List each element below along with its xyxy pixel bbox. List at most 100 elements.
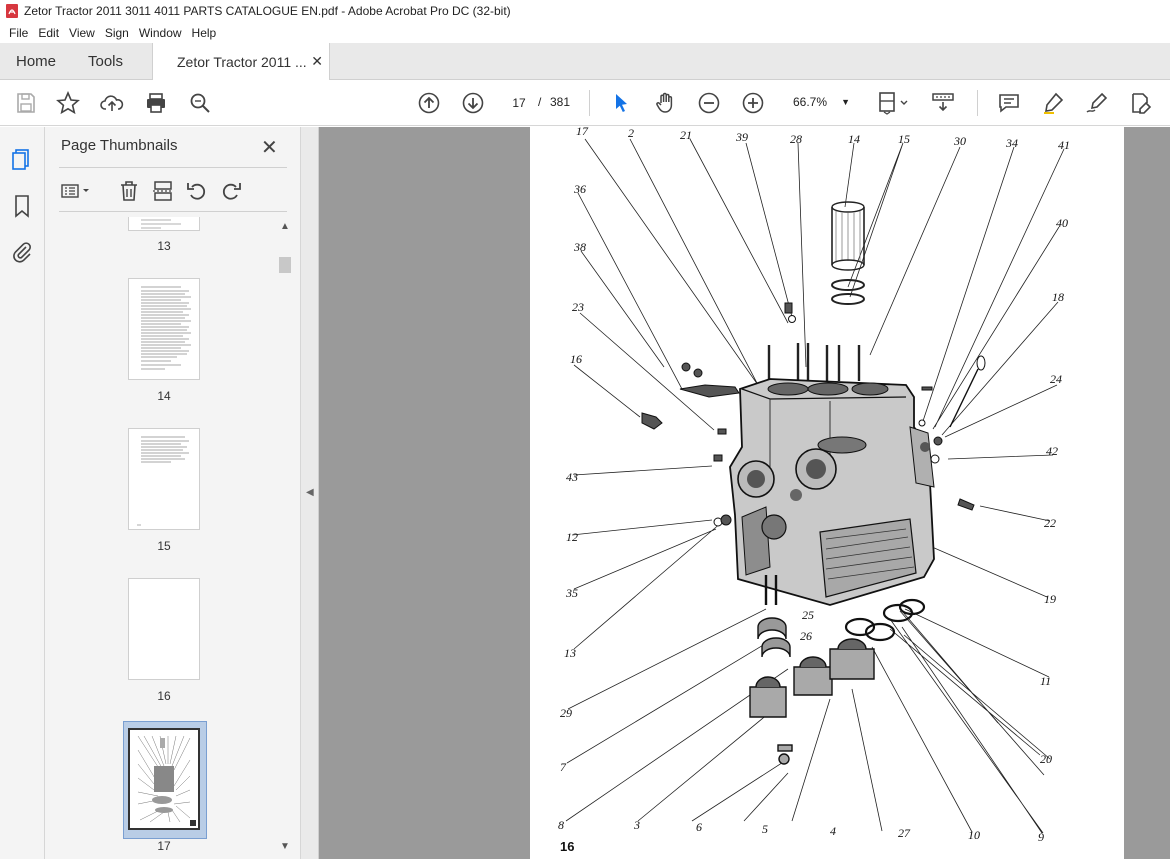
page-thumbnail[interactable] [128, 578, 200, 680]
split-pages-icon[interactable] [151, 179, 175, 203]
panel-collapse-handle[interactable]: ◀ [300, 127, 319, 859]
bookmark-star-icon[interactable] [56, 90, 80, 115]
callout-label: 12 [566, 530, 578, 544]
cylinder-liner [831, 201, 865, 305]
next-page-icon[interactable] [461, 91, 485, 115]
callout-label: 5 [762, 822, 768, 836]
tab-close-icon[interactable]: ✕ [311, 53, 323, 70]
page-thumbnail-selected[interactable] [128, 728, 200, 830]
tab-tools[interactable]: Tools [88, 43, 123, 80]
window-title: Zetor Tractor 2011 3011 4011 PARTS CATAL… [24, 4, 511, 18]
callout-label: 9 [1038, 830, 1044, 844]
zoom-level-value: 66.7% [793, 95, 828, 109]
panel-close-icon[interactable]: ✕ [261, 135, 278, 160]
callout-label: 13 [564, 646, 576, 660]
menu-help[interactable]: Help [187, 26, 222, 40]
menu-sign[interactable]: Sign [100, 26, 134, 40]
select-cursor-icon[interactable] [609, 91, 633, 115]
callout-label: 42 [1046, 444, 1058, 458]
acrobat-window: Zetor Tractor 2011 3011 4011 PARTS CATAL… [0, 0, 1170, 859]
pdf-page: 17 2 21 39 28 14 15 30 34 41 36 40 38 18… [530, 127, 1124, 859]
callout-label: 22 [1044, 516, 1056, 530]
zoom-in-icon[interactable] [741, 91, 765, 115]
exploded-parts-diagram: 17 2 21 39 28 14 15 30 34 41 36 40 38 18… [558, 127, 1070, 854]
page-fit-icon[interactable] [877, 91, 911, 115]
rotate-left-icon[interactable] [185, 179, 209, 203]
callout-label: 39 [735, 130, 748, 144]
page-separator: / [538, 95, 542, 109]
chevron-down-icon: ▼ [841, 97, 850, 107]
previous-page-icon[interactable] [417, 91, 441, 115]
callout-label: 14 [848, 132, 860, 146]
callout-label: 16 [570, 352, 582, 366]
menu-window[interactable]: Window [134, 26, 187, 40]
print-icon[interactable] [144, 91, 168, 115]
menu-file[interactable]: File [4, 26, 33, 40]
callout-label: 43 [566, 470, 578, 484]
callout-label: 2 [628, 127, 634, 140]
thumbnails-panel: Page Thumbnails ✕ 13 14 15 16 17 ▲ ▼ [45, 127, 300, 859]
title-bar: Zetor Tractor 2011 3011 4011 PARTS CATAL… [0, 0, 1170, 22]
callout-label: 27 [898, 826, 911, 840]
tab-document[interactable]: Zetor Tractor 2011 ... ✕ [152, 43, 330, 80]
save-icon[interactable] [14, 91, 38, 115]
callout-label: 6 [696, 820, 702, 834]
menu-edit[interactable]: Edit [33, 26, 64, 40]
callout-label: 4 [830, 824, 836, 838]
navigation-rail [0, 127, 45, 859]
callout-label: 28 [790, 132, 802, 146]
engine-block [729, 378, 935, 606]
scroll-thumb[interactable] [279, 257, 291, 273]
panel-divider [59, 211, 287, 212]
document-viewport[interactable]: 17 2 21 39 28 14 15 30 34 41 36 40 38 18… [319, 127, 1170, 859]
highlight-pen-icon[interactable] [1041, 91, 1065, 115]
callout-label: 11 [1040, 674, 1051, 688]
toolbar-divider [589, 90, 590, 116]
zoom-out-icon[interactable] [697, 91, 721, 115]
scroll-up-arrow[interactable]: ▲ [280, 221, 290, 232]
callout-label: 41 [1058, 138, 1070, 152]
bookmarks-icon[interactable] [10, 194, 34, 218]
edit-pdf-icon[interactable] [1129, 91, 1153, 115]
scroll-down-arrow[interactable]: ▼ [280, 841, 290, 852]
delete-page-icon[interactable] [117, 179, 141, 203]
page-number-input[interactable]: 17 [504, 90, 534, 114]
callout-label: 29 [560, 706, 572, 720]
rotate-right-icon[interactable] [219, 179, 243, 203]
tab-bar: Home Tools Zetor Tractor 2011 ... ✕ [0, 43, 1170, 80]
thumbnail-scrollbar[interactable]: ▲ ▼ [277, 221, 293, 857]
page-thumbnail[interactable] [128, 428, 200, 530]
callout-label: 7 [560, 760, 567, 774]
callout-label: 20 [1040, 752, 1052, 766]
zoom-level-select[interactable]: 66.7% ▼ [784, 90, 856, 114]
callout-label: 25 [802, 608, 814, 622]
sign-pen-icon[interactable] [1085, 91, 1109, 115]
scroll-mode-icon[interactable] [931, 91, 955, 115]
search-icon[interactable] [188, 91, 212, 115]
tab-document-label: Zetor Tractor 2011 ... [177, 53, 307, 70]
callout-label: 23 [572, 300, 584, 314]
attachments-paperclip-icon[interactable] [10, 240, 34, 264]
main-toolbar [0, 80, 1170, 126]
page-thumbnail[interactable] [128, 278, 200, 380]
toolbar-divider [977, 90, 978, 116]
page-thumbnail[interactable] [128, 217, 200, 231]
upload-cloud-icon[interactable] [100, 91, 124, 115]
menu-view[interactable]: View [64, 26, 100, 40]
callout-label: 8 [558, 818, 564, 832]
callout-label: 24 [1050, 372, 1062, 386]
page-thumbnails-icon[interactable] [10, 147, 34, 171]
callout-label: 3 [633, 818, 640, 832]
hand-tool-icon[interactable] [653, 91, 677, 115]
callout-label: 26 [800, 629, 812, 643]
comment-icon[interactable] [997, 91, 1021, 115]
callout-label: 40 [1056, 216, 1068, 230]
panel-title: Page Thumbnails [61, 137, 178, 154]
tab-home[interactable]: Home [16, 43, 56, 80]
thumbnail-options-icon[interactable] [59, 179, 93, 203]
callout-label: 34 [1005, 136, 1018, 150]
thumbnail-label: 16 [157, 689, 171, 703]
callout-label: 15 [898, 132, 910, 146]
thumbnail-label: 17 [157, 839, 171, 853]
callout-label: 10 [968, 828, 980, 842]
